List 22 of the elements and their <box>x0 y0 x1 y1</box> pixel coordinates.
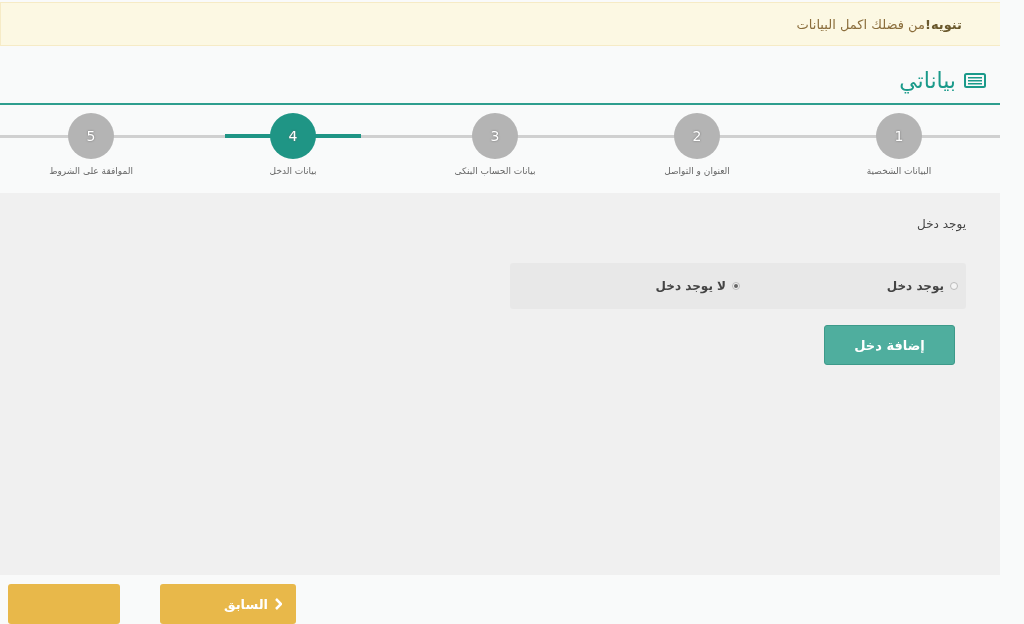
radio-button[interactable] <box>732 282 740 290</box>
action-button[interactable] <box>8 584 120 624</box>
step-label: الموافقة على الشروط <box>49 166 133 176</box>
radio-button[interactable] <box>950 282 958 290</box>
step-label: بيانات الحساب البنكى <box>454 166 536 176</box>
step-circle[interactable]: 5 <box>68 113 114 159</box>
alert-message: تنويه!من فضلك اكمل البيانات <box>0 2 1000 46</box>
step-label: البيانات الشخصية <box>866 166 932 176</box>
step-circle[interactable]: 1 <box>876 113 922 159</box>
chevron-icon <box>274 598 282 610</box>
step-label: بيانات الدخل <box>269 166 317 176</box>
question-label: يوجد دخل <box>916 217 966 231</box>
step-circle[interactable]: 4 <box>270 113 316 159</box>
page-title: بياناتي <box>899 68 956 93</box>
add-income-button[interactable]: إضافة دخل <box>824 325 955 365</box>
id-card-icon <box>964 73 986 88</box>
previous-button[interactable]: السابق <box>160 584 296 624</box>
radio-label[interactable]: لا يوجد دخل <box>655 279 726 293</box>
step-label: العنوان و التواصل <box>664 166 730 176</box>
step-circle[interactable]: 3 <box>472 113 518 159</box>
radio-label[interactable]: يوجد دخل <box>886 279 944 293</box>
step-circle[interactable]: 2 <box>674 113 720 159</box>
